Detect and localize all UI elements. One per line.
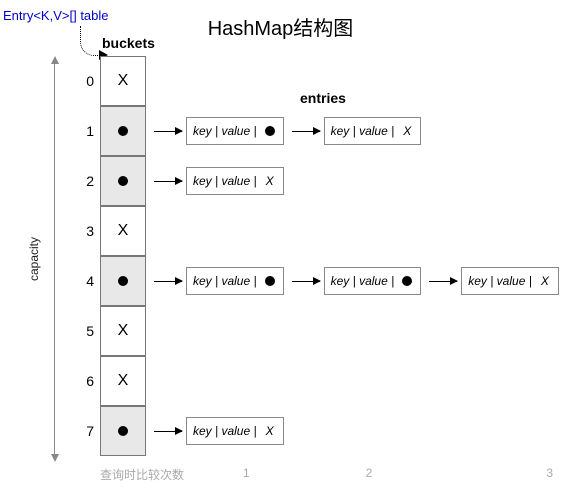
comparison-footer: 查询时比较次数 1 2 3	[100, 466, 553, 483]
footer-col-3: 3	[430, 466, 553, 483]
entry-node: key | value | X	[186, 167, 284, 195]
entry-next-pointer	[400, 276, 414, 286]
pointer-dot-icon	[118, 276, 128, 286]
entry-node: key | value | X	[324, 117, 422, 145]
entry-kv-label: key | value |	[193, 424, 257, 438]
bucket-cell	[100, 256, 146, 306]
footer-label: 查询时比较次数	[100, 466, 185, 483]
entry-kv-label: key | value |	[193, 124, 257, 138]
bucket-row: 2key | value |X	[100, 156, 559, 206]
entry-next-pointer	[263, 126, 277, 136]
bucket-cell: X	[100, 56, 146, 106]
entry-next-pointer	[263, 276, 277, 286]
bucket-cell: X	[100, 306, 146, 356]
entry-next-null: X	[400, 124, 414, 138]
bucket-row: 3X	[100, 206, 559, 256]
entry-chain: key | value | key | value | key | value | X	[146, 267, 559, 295]
bucket-index: 1	[72, 123, 94, 139]
bucket-index: 4	[72, 273, 94, 289]
next-arrow-icon	[292, 131, 320, 132]
pointer-dot-icon	[402, 276, 412, 286]
bucket-cell: X	[100, 206, 146, 256]
entry-kv-label: key | value |	[193, 174, 257, 188]
entry-kv-label: key | value |	[331, 124, 395, 138]
bucket-row: 1key | value |key | value |X	[100, 106, 559, 156]
entry-node: key | value | X	[186, 417, 284, 445]
entry-node: key | value |	[186, 267, 284, 295]
entry-kv-label: key | value |	[193, 274, 257, 288]
next-arrow-icon	[154, 181, 182, 182]
next-arrow-icon	[154, 281, 182, 282]
entry-chain: key | value | key | value | X	[146, 117, 421, 145]
bucket-index: 6	[72, 373, 94, 389]
bucket-cell	[100, 406, 146, 456]
entry-chain: key | value | X	[146, 167, 284, 195]
buckets-label: buckets	[102, 35, 155, 51]
bucket-row: 4key | value |key | value |key | value |…	[100, 256, 559, 306]
next-arrow-icon	[292, 281, 320, 282]
bucket-row: 6X	[100, 356, 559, 406]
entry-next-null: X	[263, 174, 277, 188]
bucket-row: 0X	[100, 56, 559, 106]
pointer-dot-icon	[265, 276, 275, 286]
footer-col-2: 2	[308, 466, 431, 483]
bucket-row: 5X	[100, 306, 559, 356]
bucket-cell: X	[100, 356, 146, 406]
pointer-dot-icon	[118, 176, 128, 186]
footer-col-1: 1	[185, 466, 308, 483]
bucket-index: 7	[72, 423, 94, 439]
pointer-dot-icon	[118, 426, 128, 436]
bucket-index: 0	[72, 73, 94, 89]
entry-node: key | value |	[324, 267, 422, 295]
entry-node: key | value | X	[461, 267, 559, 295]
capacity-indicator: capacity	[40, 56, 70, 462]
pointer-dot-icon	[118, 126, 128, 136]
entry-kv-label: key | value |	[331, 274, 395, 288]
next-arrow-icon	[154, 431, 182, 432]
capacity-line	[54, 62, 55, 456]
entry-node: key | value |	[186, 117, 284, 145]
entry-next-null: X	[263, 424, 277, 438]
bucket-index: 5	[72, 323, 94, 339]
entry-next-null: X	[538, 274, 552, 288]
bucket-cell	[100, 106, 146, 156]
bucket-row: 7key | value |X	[100, 406, 559, 456]
entry-kv-label: key | value |	[468, 274, 532, 288]
capacity-label: capacity	[27, 237, 41, 281]
next-arrow-icon	[154, 131, 182, 132]
next-arrow-icon	[429, 281, 457, 282]
bucket-array: 0X1key | value |key | value |X2key | val…	[100, 56, 559, 456]
pointer-dot-icon	[265, 126, 275, 136]
bucket-index: 2	[72, 173, 94, 189]
entry-chain: key | value | X	[146, 417, 284, 445]
bucket-index: 3	[72, 223, 94, 239]
bucket-cell	[100, 156, 146, 206]
